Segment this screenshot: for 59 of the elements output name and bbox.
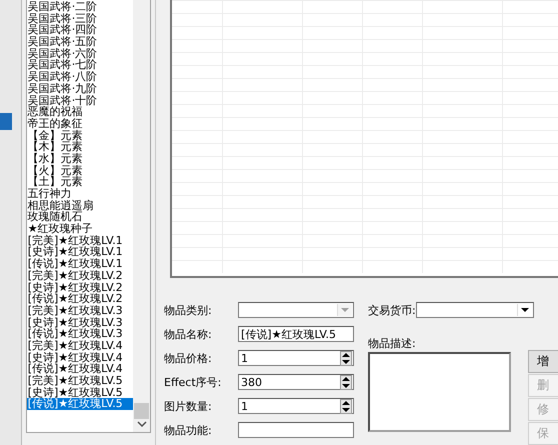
list-item[interactable]: 吴国武将·二阶 [26, 1, 133, 13]
list-item[interactable]: 吴国武将·五阶 [26, 36, 133, 48]
list-item[interactable]: 相思能逍遥扇 [26, 200, 133, 212]
list-item[interactable]: [史诗]★红玫瑰LV.5 [26, 386, 133, 398]
action-button[interactable]: 增 [528, 350, 558, 373]
list-item[interactable]: 吴国武将·三阶 [26, 12, 133, 24]
list-item[interactable]: [史诗]★红玫瑰LV.2 [26, 282, 133, 294]
dropdown[interactable] [416, 302, 534, 318]
scroll-thumb[interactable] [134, 403, 149, 419]
list-item[interactable]: [传说]★红玫瑰LV.2 [26, 293, 133, 305]
field-label: 交易货币: [368, 302, 416, 318]
field-label: 物品描述: [368, 336, 417, 352]
field-label: 图片数量: [164, 398, 213, 414]
list-item[interactable]: [传说]★红玫瑰LV.4 [26, 363, 133, 375]
spin-arrows-icon[interactable] [340, 374, 352, 390]
description-field[interactable] [368, 352, 511, 432]
list-item[interactable]: 吴国武将·七阶 [26, 59, 133, 72]
list-item[interactable]: 吴国武将·四阶 [26, 24, 133, 36]
list-item[interactable]: 【木】元素 [26, 141, 133, 153]
field-label: 物品价格: [164, 350, 213, 366]
list-item[interactable]: [传说]★红玫瑰LV.1 [26, 258, 133, 270]
list-item[interactable]: 玫瑰随机石 [26, 211, 133, 224]
list-item[interactable]: 【火】元素 [26, 164, 133, 176]
list-item[interactable]: 【水】元素 [26, 152, 133, 165]
spin-arrows-icon[interactable] [340, 350, 352, 366]
scroll-down-icon[interactable] [136, 421, 146, 427]
field-label: 物品功能: [164, 422, 213, 438]
list-item[interactable]: [完美]★红玫瑰LV.1 [26, 234, 133, 246]
list-item[interactable]: [完美]★红玫瑰LV.2 [26, 270, 133, 282]
list-item[interactable]: [完美]★红玫瑰LV.5 [26, 375, 133, 387]
list-item[interactable]: [传说]★红玫瑰LV.5 [26, 398, 133, 410]
text-field[interactable] [238, 422, 354, 438]
scrollbar[interactable] [133, 0, 150, 432]
list-item[interactable]: [史诗]★红玫瑰LV.3 [26, 316, 133, 328]
list-item[interactable]: 帝王的象征 [26, 118, 133, 130]
selection-bar [0, 113, 12, 130]
field-label: Effect序号: [164, 374, 222, 390]
dropdown-arrow-icon[interactable] [516, 304, 532, 316]
spin-arrows-icon[interactable] [340, 398, 352, 414]
list-item[interactable]: ★红玫瑰种子 [26, 223, 133, 235]
list-item[interactable]: 吴国武将·十阶 [26, 94, 133, 106]
list-item[interactable]: 吴国武将·八阶 [26, 71, 133, 83]
list-item[interactable]: [完美]★红玫瑰LV.3 [26, 304, 133, 317]
list-item[interactable]: [完美]★红玫瑰LV.4 [26, 340, 133, 352]
text-field[interactable]: [传说]★红玫瑰LV.5 [238, 326, 354, 342]
list-item[interactable]: 【金】元素 [26, 130, 133, 142]
field-label: 物品名称: [164, 326, 213, 342]
list-item[interactable]: [史诗]★红玫瑰LV.1 [26, 246, 133, 258]
list-item[interactable]: 吴国武将·九阶 [26, 82, 133, 94]
list-item[interactable]: 五行神力 [26, 188, 133, 200]
spin-field[interactable]: 1 [238, 398, 354, 414]
list-item[interactable]: [史诗]★红玫瑰LV.4 [26, 352, 133, 364]
list-item[interactable]: 【土】元素 [26, 176, 133, 188]
spin-field[interactable]: 1 [238, 350, 354, 366]
list-item[interactable]: 恶魔的祝福 [26, 106, 133, 118]
spin-field[interactable]: 380 [238, 374, 354, 390]
field-label: 物品类别: [164, 302, 213, 318]
list-item[interactable]: 吴国武将·六阶 [26, 48, 133, 60]
list-item[interactable]: [传说]★红玫瑰LV.3 [26, 328, 133, 340]
